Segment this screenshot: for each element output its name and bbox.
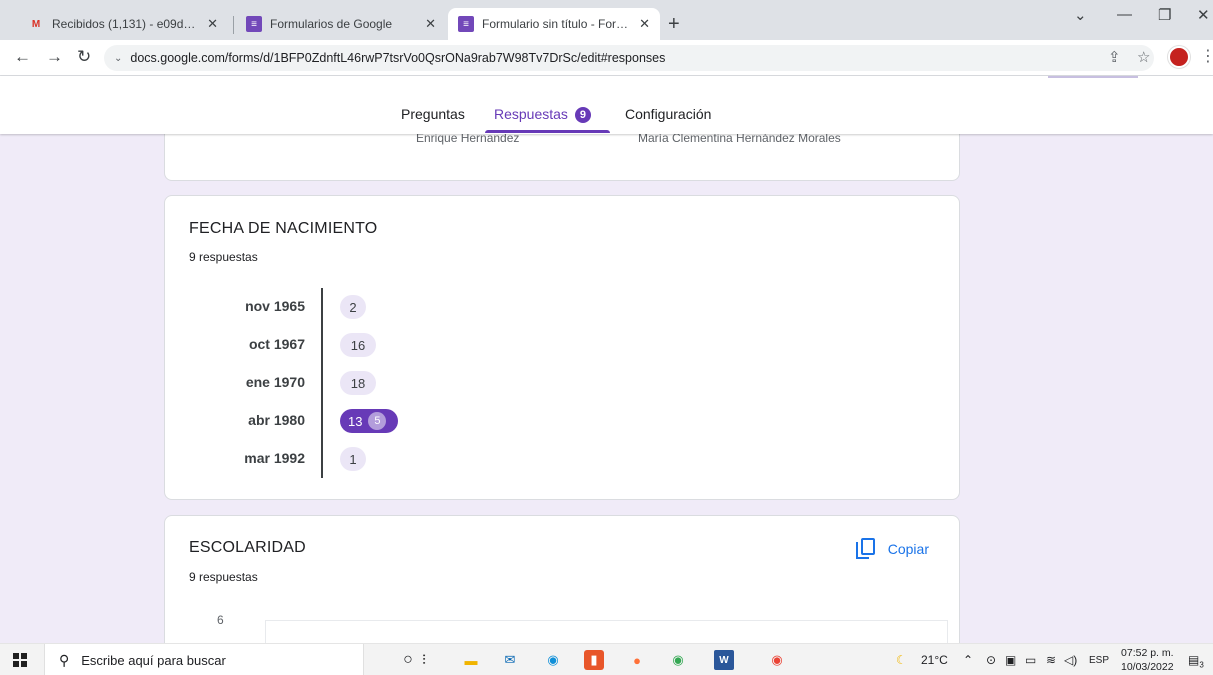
search-icon: ⚲ [59, 651, 70, 668]
close-tab-icon[interactable]: ✕ [639, 16, 650, 32]
profile-avatar[interactable] [1168, 46, 1190, 68]
copy-chart-button[interactable]: Copiar [855, 538, 929, 560]
response-count: 9 respuestas [189, 250, 258, 264]
bookmark-star-icon[interactable]: ☆ [1137, 48, 1150, 66]
day-pill[interactable]: 18 [340, 371, 376, 395]
wifi-icon[interactable]: ≋ [1046, 653, 1056, 667]
windows-start-icon[interactable] [13, 653, 27, 667]
y-axis-tick: 6 [217, 613, 224, 627]
date-label: ene 1970 [245, 374, 305, 390]
battery-icon[interactable]: ▭ [1025, 653, 1036, 667]
office-icon[interactable]: ▮ [584, 650, 604, 670]
chrome-icon[interactable]: ◉ [668, 650, 688, 670]
day-pill-selected[interactable]: 13 5 [340, 409, 398, 433]
copy-label: Copiar [887, 541, 929, 557]
tab-title: Recibidos (1,131) - e09dpr2461@ [52, 17, 201, 31]
share-icon[interactable]: ⇪ [1108, 48, 1121, 66]
task-view-icon[interactable]: ⫶ [414, 650, 434, 670]
mail-icon[interactable]: ✉ [500, 650, 520, 670]
tab-questions[interactable]: Preguntas [401, 106, 465, 122]
tab-title: Formulario sin título - Formulario [482, 17, 633, 31]
new-tab-button[interactable]: + [668, 14, 680, 34]
day-value: 13 [348, 413, 363, 429]
date-label: nov 1965 [245, 298, 305, 314]
notifications-icon[interactable]: ▤3 [1188, 653, 1204, 669]
tab-settings[interactable]: Configuración [625, 106, 711, 122]
tab-google-forms[interactable]: ≡ Formularios de Google ✕ [236, 8, 446, 40]
taskbar-search-box[interactable]: ⚲ Escribe aquí para buscar [44, 644, 364, 675]
tab-responses[interactable]: Respuestas 9 [494, 106, 591, 123]
notifications-count: 3 [1199, 660, 1204, 670]
browser-tab-strip: M Recibidos (1,131) - e09dpr2461@ ✕ ≡ Fo… [0, 0, 1213, 40]
date-row: abr 1980 [185, 409, 305, 433]
date-axis-line [321, 288, 323, 478]
tab-untitled-form[interactable]: ≡ Formulario sin título - Formulario ✕ [448, 8, 660, 40]
forms-header: Preguntas Respuestas 9 Configuración [0, 76, 1213, 134]
windows-taskbar: ⚲ Escribe aquí para buscar ○ ⫶ ▬ ✉ ◉ ▮ ●… [0, 643, 1213, 675]
firefox-icon[interactable]: ● [627, 650, 647, 670]
close-tab-icon[interactable]: ✕ [207, 16, 218, 32]
date-label: abr 1980 [248, 412, 305, 428]
date-label: oct 1967 [248, 336, 305, 352]
more-menu-icon[interactable]: ⋮ [1200, 46, 1213, 66]
forms-icon: ≡ [246, 16, 262, 32]
date-row: mar 1992 [185, 447, 305, 471]
date-row: ene 1970 [185, 371, 305, 395]
weather-moon-icon: ☾ [896, 653, 907, 667]
minimize-icon[interactable]: — [1117, 6, 1132, 23]
tab-separator [233, 16, 234, 34]
tab-responses-label: Respuestas [494, 106, 568, 122]
url-text: docs.google.com/forms/d/1BFP0ZdnftL46rwP… [130, 51, 666, 65]
responses-count-badge: 9 [574, 107, 591, 123]
date-row: nov 1965 [185, 295, 305, 319]
clock-date: 10/03/2022 [1121, 661, 1174, 673]
restore-icon[interactable]: ❐ [1158, 6, 1171, 24]
weather-temp[interactable]: 21°C [921, 653, 948, 667]
browser-toolbar: ← → ↻ ⌄ docs.google.com/forms/d/1BFP0Zdn… [0, 40, 1213, 76]
forms-icon: ≡ [458, 16, 474, 32]
tab-search-icon[interactable]: ⌄ [1074, 6, 1087, 24]
header-button-edge [1048, 76, 1138, 78]
search-placeholder: Escribe aquí para buscar [81, 652, 226, 668]
file-explorer-icon[interactable]: ▬ [461, 650, 481, 670]
tab-title: Formularios de Google [270, 17, 393, 31]
day-pill[interactable]: 1 [340, 447, 366, 471]
reload-icon[interactable]: ↻ [77, 47, 91, 67]
word-icon[interactable]: W [714, 650, 734, 670]
copy-icon [855, 538, 878, 560]
gmail-icon: M [31, 18, 41, 30]
date-label: mar 1992 [244, 450, 305, 466]
question-title: FECHA DE NACIMIENTO [189, 220, 378, 237]
tab-gmail[interactable]: M Recibidos (1,131) - e09dpr2461@ ✕ [18, 8, 228, 40]
tray-meet-icon[interactable]: ▣ [1005, 653, 1016, 667]
tray-app-icon[interactable]: ⊙ [986, 653, 996, 667]
day-pill[interactable]: 2 [340, 295, 366, 319]
birthdate-question-card: FECHA DE NACIMIENTO 9 respuestas nov 196… [164, 195, 960, 500]
back-icon[interactable]: ← [14, 47, 31, 67]
chrome-profile-icon[interactable]: ◉ [767, 650, 787, 670]
address-bar[interactable]: ⌄ docs.google.com/forms/d/1BFP0ZdnftL46r… [104, 45, 1154, 71]
day-count-badge: 5 [368, 412, 387, 430]
close-tab-icon[interactable]: ✕ [425, 16, 436, 32]
volume-icon[interactable]: ◁) [1064, 653, 1077, 667]
close-window-icon[interactable]: ✕ [1197, 6, 1210, 24]
edge-icon[interactable]: ◉ [543, 650, 563, 670]
clock-time: 07:52 p. m. [1121, 647, 1174, 659]
response-count: 9 respuestas [189, 570, 258, 584]
active-tab-indicator [485, 130, 610, 133]
question-title: ESCOLARIDAD [189, 539, 306, 556]
forward-icon[interactable]: → [46, 47, 63, 67]
clock[interactable]: 07:52 p. m. 10/03/2022 [1121, 646, 1174, 674]
chevron-down-icon: ⌄ [114, 52, 123, 64]
day-pill[interactable]: 16 [340, 333, 376, 357]
show-hidden-icons-chevron[interactable]: ⌃ [963, 653, 973, 667]
language-indicator[interactable]: ESP [1089, 655, 1109, 666]
date-row: oct 1967 [185, 333, 305, 357]
